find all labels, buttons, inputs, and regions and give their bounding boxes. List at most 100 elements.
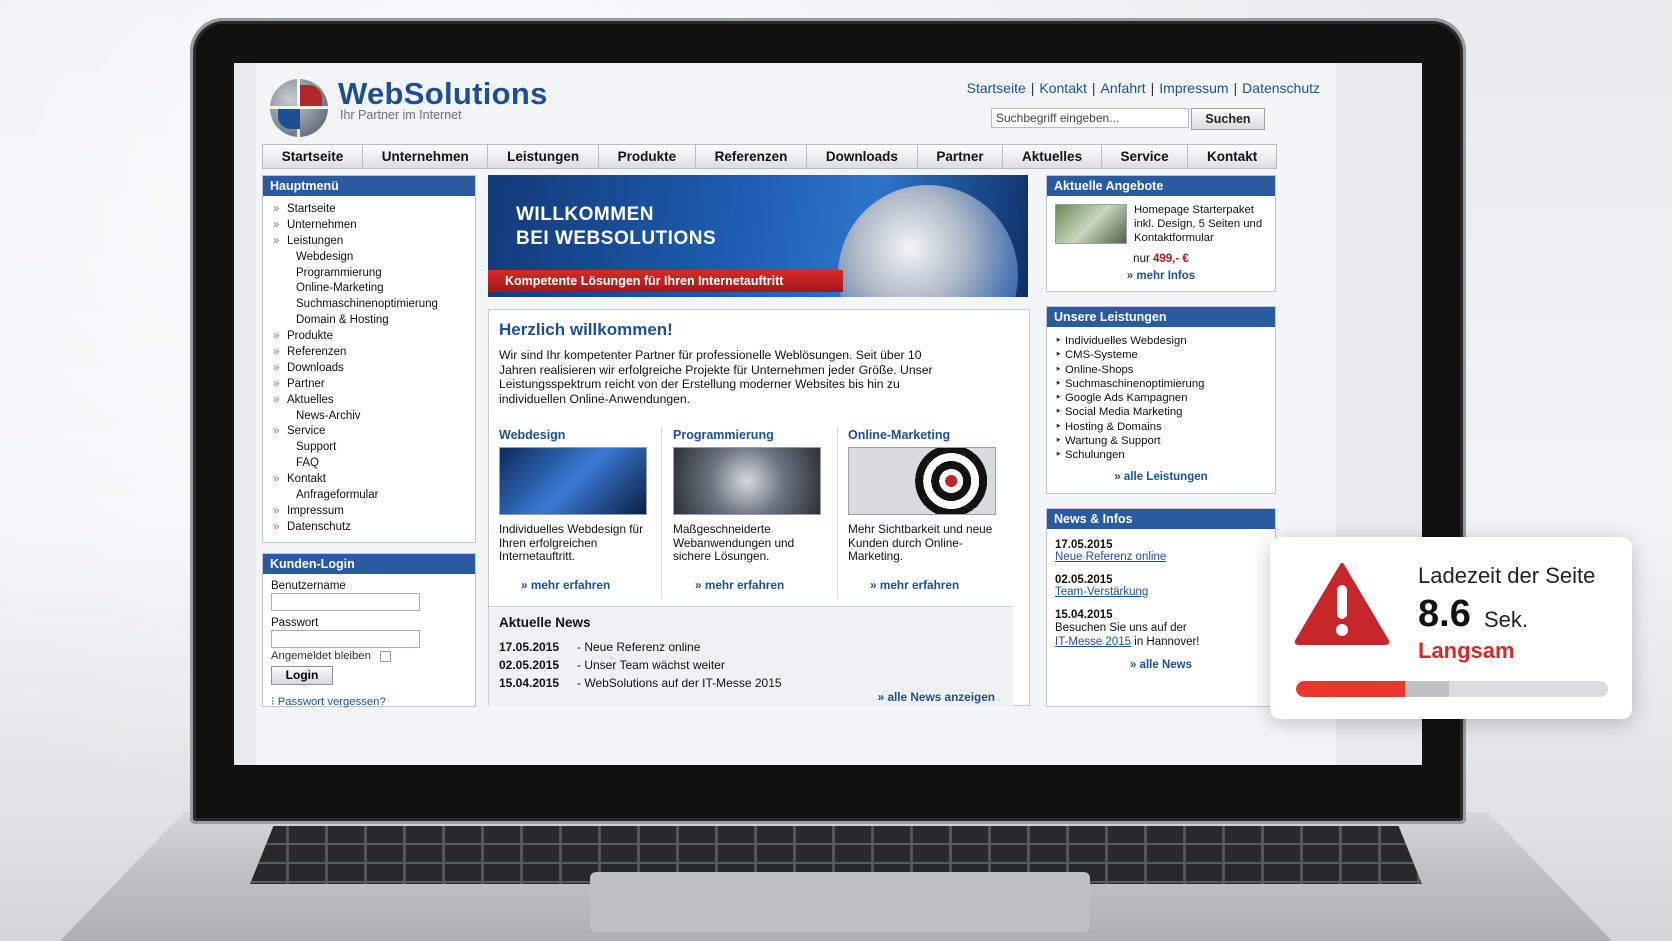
- sidebar-item[interactable]: Programmierung: [263, 266, 475, 282]
- news-row[interactable]: 02.05.2015 - Unser Team wächst weiter: [499, 658, 725, 672]
- sidebar-item[interactable]: Anfrageformular: [263, 488, 475, 504]
- news-row[interactable]: 17.05.2015 - Neue Referenz online: [499, 640, 700, 654]
- load-time-card: Ladezeit der Seite 8.6 Sek. Langsam: [1270, 537, 1632, 719]
- column-webdesign: Webdesign Individuelles Webdesign für Ih…: [499, 428, 649, 564]
- nav-leistungen[interactable]: Leistungen: [488, 145, 599, 168]
- sidebar-item[interactable]: Suchmaschinenoptimierung: [263, 297, 475, 313]
- offer-more-link[interactable]: » mehr Infos: [1047, 270, 1275, 282]
- toplink-startseite[interactable]: Startseite: [967, 80, 1026, 96]
- remember-checkbox[interactable]: [380, 650, 392, 662]
- sidebar-item[interactable]: FAQ: [263, 456, 475, 472]
- column-more-link[interactable]: » mehr erfahren: [521, 578, 610, 592]
- offer-price-row: nur 499,- €: [1047, 253, 1275, 265]
- news-row[interactable]: 15.04.2015 - WebSolutions auf der IT-Mess…: [499, 676, 782, 690]
- password-field[interactable]: [271, 630, 420, 648]
- service-item[interactable]: Social Media Marketing: [1055, 405, 1275, 420]
- all-news-link-sidebar[interactable]: » alle News: [1047, 659, 1275, 671]
- column-title[interactable]: Online-Marketing: [848, 428, 998, 442]
- separator: |: [1150, 80, 1155, 96]
- login-button[interactable]: Login: [271, 666, 333, 685]
- toplink-kontakt[interactable]: Kontakt: [1039, 80, 1086, 96]
- nav-unternehmen[interactable]: Unternehmen: [363, 145, 489, 168]
- sidebar-item[interactable]: Datenschutz: [263, 520, 475, 536]
- service-item[interactable]: Schulungen: [1055, 448, 1275, 463]
- service-item[interactable]: Online-Shops: [1055, 363, 1275, 378]
- all-services-link[interactable]: » alle Leistungen: [1047, 471, 1275, 483]
- separator: |: [1233, 80, 1238, 96]
- service-item[interactable]: Wartung & Support: [1055, 434, 1275, 449]
- column-more-link[interactable]: » mehr erfahren: [695, 578, 784, 592]
- nav-partner[interactable]: Partner: [918, 145, 1004, 168]
- nav-referenzen[interactable]: Referenzen: [696, 145, 808, 168]
- username-label: Benutzername: [271, 580, 346, 592]
- sidebar-item[interactable]: Leistungen: [263, 234, 475, 250]
- news-info-after: in Hannover!: [1134, 636, 1200, 648]
- nav-startseite[interactable]: Startseite: [263, 145, 363, 168]
- sidebar-item[interactable]: Startseite: [263, 202, 475, 218]
- target-image: [848, 447, 996, 515]
- sidebar-item[interactable]: Partner: [263, 377, 475, 393]
- forgot-password-link[interactable]: ⁝ Passwort vergessen?: [271, 695, 475, 708]
- trackpad: [590, 872, 1090, 932]
- toplink-datenschutz[interactable]: Datenschutz: [1242, 80, 1320, 96]
- column-title[interactable]: Programmierung: [673, 428, 823, 442]
- news-info-date: 02.05.2015: [1055, 574, 1113, 586]
- login-title: Kunden-Login: [263, 554, 475, 574]
- nav-produkte[interactable]: Produkte: [599, 145, 696, 168]
- service-item[interactable]: CMS-Systeme: [1055, 348, 1275, 363]
- offer-image: [1055, 204, 1127, 244]
- sidebar-item[interactable]: News-Archiv: [263, 409, 475, 425]
- news-info-link[interactable]: IT-Messe 2015: [1055, 636, 1131, 648]
- warning-triangle-icon: [1294, 563, 1390, 645]
- forgot-password-label: Passwort vergessen?: [277, 696, 386, 708]
- sidebar-item[interactable]: Online-Marketing: [263, 281, 475, 297]
- main-nav: Startseite Unternehmen Leistungen Produk…: [262, 144, 1277, 169]
- nav-service[interactable]: Service: [1102, 145, 1189, 168]
- username-field[interactable]: [271, 593, 420, 611]
- password-label: Passwort: [271, 617, 319, 629]
- news-info-link[interactable]: Team-Verstärkung: [1055, 586, 1275, 598]
- toplink-impressum[interactable]: Impressum: [1159, 80, 1228, 96]
- logo-globe-icon[interactable]: [270, 79, 328, 137]
- welcome-title: Herzlich willkommen!: [499, 320, 673, 339]
- news-info-date: 15.04.2015: [1055, 609, 1113, 621]
- toplink-anfahrt[interactable]: Anfahrt: [1101, 80, 1146, 96]
- remember-label: Angemeldet bleiben: [271, 650, 371, 662]
- sidebar-item[interactable]: Aktuelles: [263, 393, 475, 409]
- main-content: Herzlich willkommen! Wir sind Ihr kompet…: [488, 309, 1030, 706]
- logo-subtitle: Ihr Partner im Internet: [340, 108, 462, 122]
- remember-row: Angemeldet bleiben: [271, 650, 475, 662]
- column-title[interactable]: Webdesign: [499, 428, 649, 442]
- sidebar-item[interactable]: Referenzen: [263, 345, 475, 361]
- service-item[interactable]: Hosting & Domains: [1055, 420, 1275, 435]
- offer-price: 499,- €: [1153, 253, 1189, 265]
- news-date: 17.05.2015: [499, 640, 560, 654]
- banner-line-1: WILLKOMMEN: [516, 204, 654, 225]
- service-item[interactable]: Google Ads Kampagnen: [1055, 391, 1275, 406]
- sidebar-item[interactable]: Downloads: [263, 361, 475, 377]
- sidebar-item[interactable]: Webdesign: [263, 250, 475, 266]
- sidebar-item[interactable]: Service: [263, 424, 475, 440]
- search-button[interactable]: Suchen: [1191, 108, 1265, 130]
- news-date: 15.04.2015: [499, 676, 560, 690]
- separator: |: [1091, 80, 1096, 96]
- search-input[interactable]: Suchbegriff eingeben...: [991, 108, 1189, 128]
- sidebar-title: Hauptmenü: [263, 176, 475, 196]
- all-news-link[interactable]: » alle News anzeigen: [878, 690, 995, 704]
- nav-aktuelles[interactable]: Aktuelles: [1003, 145, 1102, 168]
- column-more-link[interactable]: » mehr erfahren: [870, 578, 959, 592]
- news-info-link[interactable]: Neue Referenz online: [1055, 551, 1275, 563]
- sidebar-item[interactable]: Unternehmen: [263, 218, 475, 234]
- sidebar-item[interactable]: Kontakt: [263, 472, 475, 488]
- nav-downloads[interactable]: Downloads: [807, 145, 918, 168]
- sidebar-item[interactable]: Domain & Hosting: [263, 313, 475, 329]
- sidebar-item[interactable]: Support: [263, 440, 475, 456]
- sidebar-item[interactable]: Produkte: [263, 329, 475, 345]
- service-item[interactable]: Suchmaschinenoptimierung: [1055, 377, 1275, 392]
- sidebar-item[interactable]: Impressum: [263, 504, 475, 520]
- logo-title[interactable]: WebSolutions: [338, 76, 548, 112]
- banner-title: WILLKOMMEN BEI WEBSOLUTIONS: [516, 203, 716, 251]
- nav-kontakt[interactable]: Kontakt: [1188, 145, 1276, 168]
- service-item[interactable]: Individuelles Webdesign: [1055, 334, 1275, 349]
- website: WebSolutions Ihr Partner im Internet Sta…: [256, 63, 1336, 765]
